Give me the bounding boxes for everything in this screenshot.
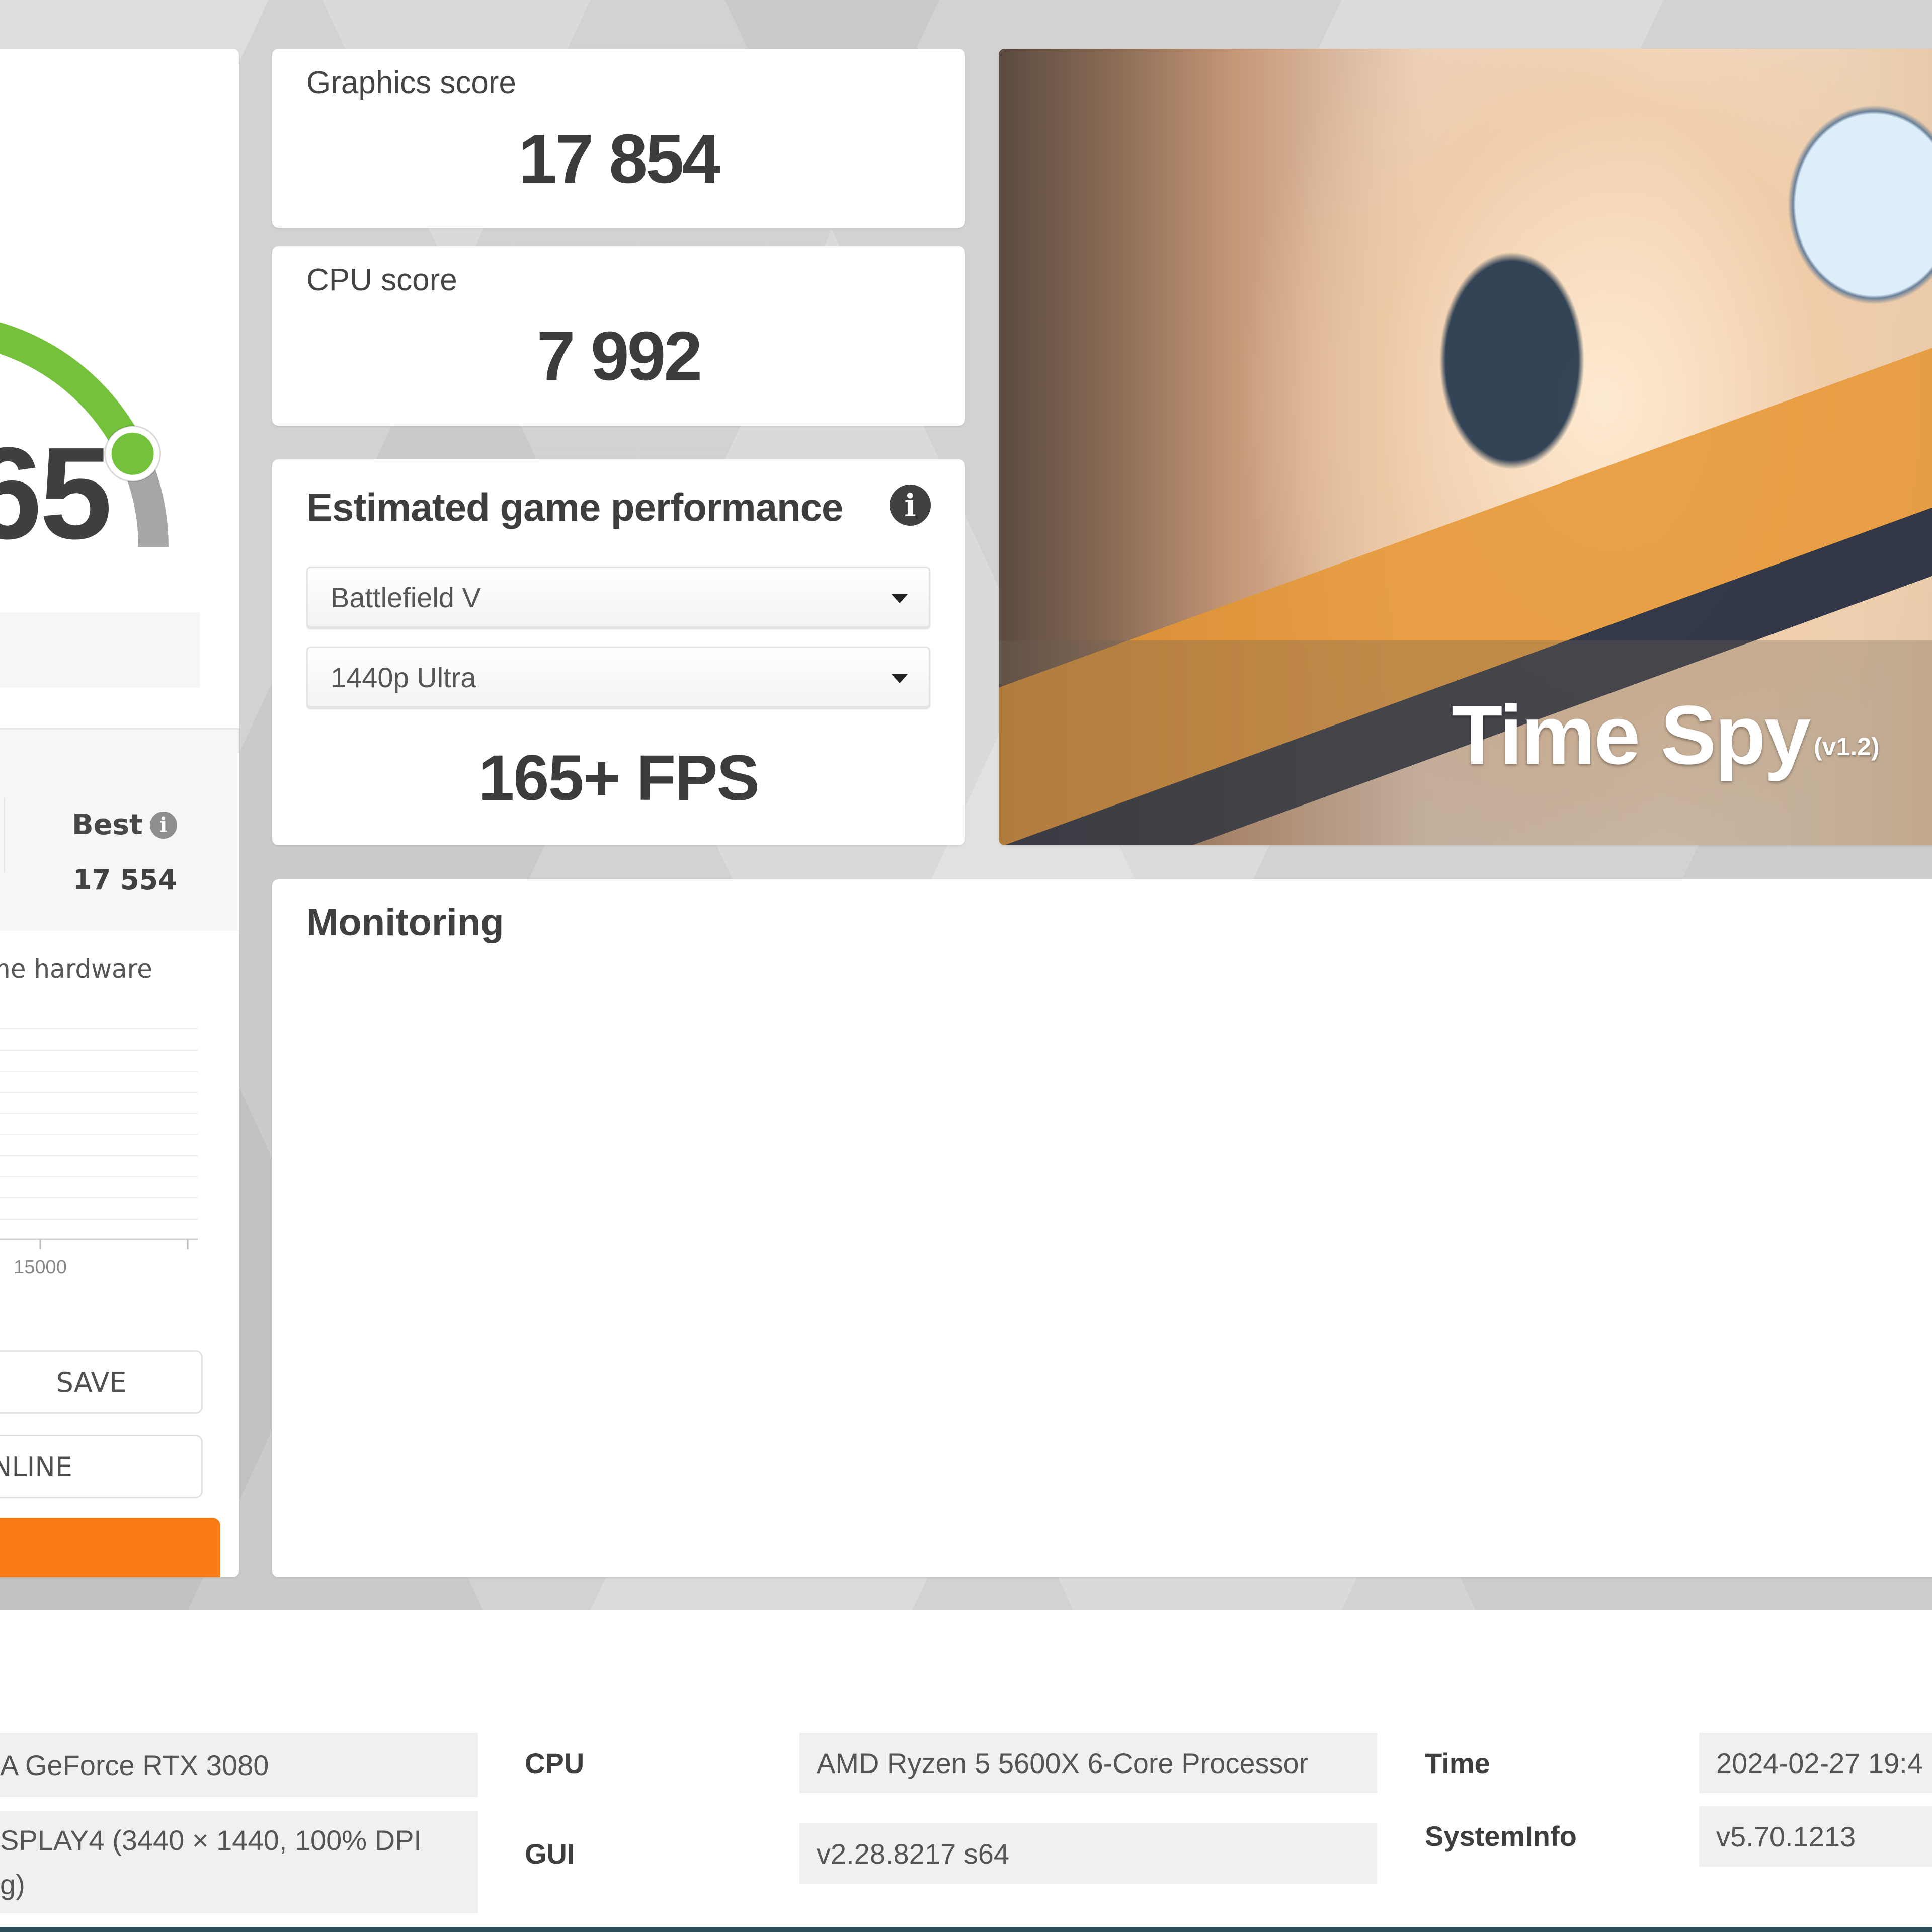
- time-label: Time: [1425, 1747, 1490, 1779]
- info-icon[interactable]: i: [890, 485, 931, 526]
- cpu-score-value: 7 992: [536, 317, 702, 395]
- gauge-knob-center: [111, 432, 154, 475]
- info-icon[interactable]: i: [149, 811, 177, 839]
- graphics-score-value: 17 854: [518, 120, 720, 198]
- overall-score-value: 65: [0, 421, 112, 567]
- view-online-button[interactable]: NLINE: [0, 1435, 203, 1498]
- caret-down-icon: [892, 594, 908, 603]
- estimated-game-performance-card: Estimated game performance i Battlefield…: [272, 459, 965, 845]
- graphics-score-card: Graphics score 17 854: [272, 49, 965, 228]
- game-performance-title: Estimated game performance: [306, 485, 843, 529]
- score-details-box: [0, 612, 200, 688]
- display-value-line2: g): [0, 1868, 25, 1900]
- gui-value: v2.28.8217 s64: [799, 1823, 1377, 1884]
- x-tick-label: 15000: [14, 1257, 67, 1278]
- stats-divider: [4, 797, 5, 873]
- cpu-score-card: CPU score 7 992: [272, 246, 965, 426]
- primary-action-button[interactable]: [0, 1518, 220, 1577]
- monitoring-chart: [272, 879, 1932, 1438]
- benchmark-version: (v1.2): [1814, 733, 1880, 761]
- preset-select[interactable]: 1440p Ultra: [306, 647, 930, 708]
- best-score-value: 17 554: [73, 864, 177, 896]
- monitoring-card: Monitoring: [272, 879, 1932, 1577]
- game-select[interactable]: Battlefield V: [306, 567, 930, 628]
- time-value: 2024-02-27 19:4: [1699, 1733, 1932, 1793]
- preset-select-value: 1440p Ultra: [331, 661, 476, 693]
- benchmark-banner-image: Time Spy (v1.2): [999, 49, 1932, 845]
- cpu-score-label: CPU score: [306, 263, 457, 297]
- estimated-fps-value: 165+ FPS: [478, 742, 760, 814]
- cpu-label: CPU: [525, 1747, 585, 1779]
- game-select-value: Battlefield V: [331, 581, 481, 613]
- cpu-value: AMD Ryzen 5 5600X 6-Core Processor: [799, 1733, 1377, 1793]
- display-value: SPLAY4 (3440 × 1440, 100% DPI g): [0, 1811, 478, 1913]
- gui-label: GUI: [525, 1838, 575, 1870]
- benchmark-name: Time Spy: [1452, 689, 1811, 782]
- display-value-line1: SPLAY4 (3440 × 1440, 100% DPI: [0, 1824, 422, 1856]
- caret-down-icon: [892, 674, 908, 683]
- best-label-text: Best: [72, 809, 143, 841]
- graphics-score-label: Graphics score: [306, 65, 516, 100]
- bottom-bar: [0, 1927, 1932, 1932]
- overall-score-panel: 65 Best i 17 554 me hardware 15000 SAVE …: [0, 49, 239, 1577]
- gpu-value: A GeForce RTX 3080: [0, 1733, 478, 1797]
- systeminfo-value: v5.70.1213: [1699, 1806, 1932, 1867]
- score-distribution-chart: 15000: [0, 1028, 198, 1278]
- systeminfo-label: SystemInfo: [1425, 1820, 1577, 1852]
- best-score-label: Best i: [72, 809, 177, 841]
- same-hardware-label: me hardware: [0, 954, 152, 984]
- save-button[interactable]: SAVE: [0, 1350, 203, 1414]
